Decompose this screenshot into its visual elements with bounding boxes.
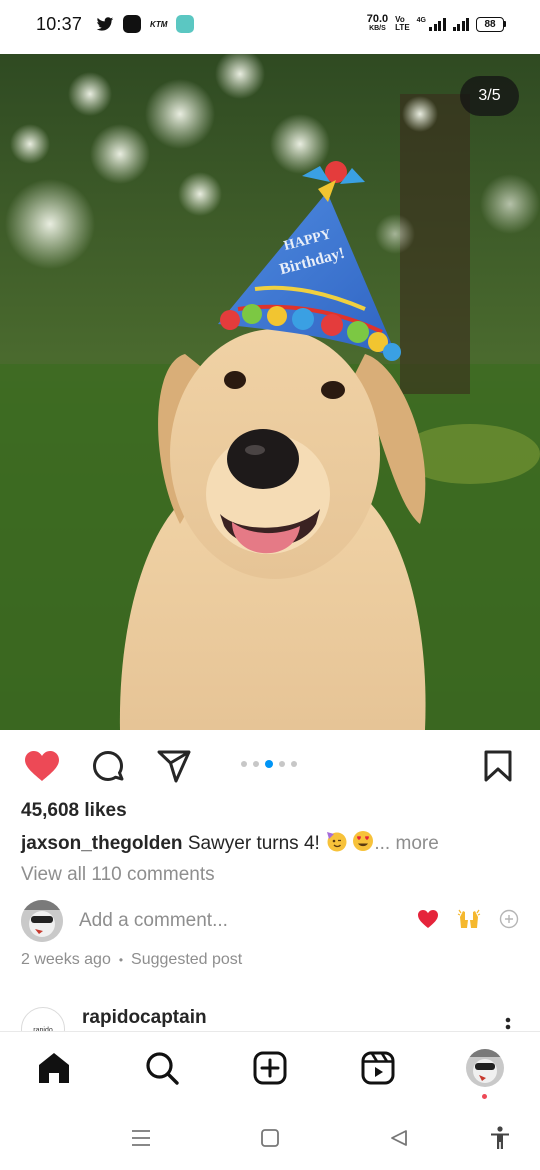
accessibility-icon	[491, 1126, 509, 1149]
bottom-nav	[0, 1031, 540, 1105]
app-icon	[123, 15, 142, 33]
search-icon	[146, 1052, 179, 1085]
network-speed-unit: KB/S	[369, 25, 386, 32]
share-button[interactable]	[154, 746, 194, 786]
network-speed-value: 70.0	[366, 13, 389, 25]
add-comment-row: Add a comment...	[21, 899, 519, 943]
notification-dot	[482, 1094, 487, 1099]
comment-icon	[93, 751, 124, 781]
more-options-icon[interactable]	[505, 1017, 511, 1031]
caption-username[interactable]: jaxson_thegolden	[21, 833, 183, 854]
carousel-dot	[279, 761, 285, 767]
signal-icon	[429, 17, 446, 31]
send-icon	[157, 750, 191, 783]
system-status: 70.0 KB/S Vo LTE 4G 88	[366, 13, 506, 33]
nav-home-button[interactable]	[34, 1048, 74, 1088]
notification-icons: KTM	[96, 15, 195, 33]
home-icon	[39, 1053, 69, 1083]
twitter-icon	[96, 16, 114, 31]
quick-reactions	[417, 908, 519, 935]
network-speed: 70.0 KB/S	[366, 13, 389, 33]
comment-button[interactable]	[88, 746, 128, 786]
carousel-dot	[291, 761, 297, 767]
heart-filled-icon	[25, 751, 59, 781]
add-emoji-button[interactable]	[499, 909, 519, 934]
post-image[interactable]: HAPPY Birthday! 3/5	[0, 54, 540, 730]
view-all-comments-link[interactable]: View all 110 comments	[21, 864, 215, 886]
create-icon	[253, 1051, 287, 1085]
status-bar: 10:37 KTM 70.0 KB/S Vo LTE 4G 88	[0, 0, 540, 48]
next-post-avatar[interactable]: rapido	[21, 1007, 65, 1031]
heart-eyes-emoji	[352, 830, 374, 858]
caption-more-link[interactable]: ... more	[374, 833, 438, 854]
carousel-dot	[241, 761, 247, 767]
slide-counter: 3/5	[460, 76, 519, 116]
nav-reels-button[interactable]	[358, 1048, 398, 1088]
messenger-icon	[176, 15, 195, 33]
menu-icon	[132, 1130, 150, 1146]
meta-separator: •	[118, 953, 124, 967]
volte-bottom: LTE	[395, 23, 410, 32]
next-post-username[interactable]: rapidocaptain	[82, 1007, 207, 1029]
post-actions	[0, 740, 540, 790]
likes-count[interactable]: 45,608 likes	[21, 800, 127, 822]
system-nav	[0, 1105, 540, 1170]
volte-indicator: Vo LTE	[395, 16, 410, 32]
nav-profile-button[interactable]	[465, 1048, 505, 1088]
reels-icon	[361, 1051, 395, 1085]
back-icon	[391, 1130, 407, 1146]
system-home-button[interactable]	[257, 1125, 283, 1151]
network-type: 4G	[416, 17, 426, 24]
nav-create-button[interactable]	[250, 1048, 290, 1088]
like-button[interactable]	[22, 746, 62, 786]
system-back-button[interactable]	[386, 1125, 412, 1151]
profile-avatar	[466, 1049, 504, 1087]
carousel-indicator	[241, 760, 297, 768]
dog-birthday-photo: HAPPY Birthday!	[0, 54, 540, 730]
current-user-avatar	[21, 900, 63, 942]
post-meta: 2 weeks ago • Suggested post	[21, 951, 242, 969]
add-comment-input[interactable]: Add a comment...	[79, 910, 228, 932]
post-timestamp: 2 weeks ago	[21, 951, 111, 968]
heart-emoji[interactable]	[417, 909, 439, 934]
battery-level: 88	[476, 16, 504, 32]
signal-icon-2	[452, 17, 469, 31]
caption: jaxson_thegolden Sawyer turns 4! ... mor…	[21, 830, 439, 858]
carousel-dot	[253, 761, 259, 767]
carousel-dot-active	[265, 760, 273, 768]
battery-icon: 88	[476, 16, 506, 32]
system-accessibility-button[interactable]	[487, 1125, 513, 1151]
ktm-icon: KTM	[150, 19, 168, 29]
nav-search-button[interactable]	[142, 1048, 182, 1088]
save-button[interactable]	[478, 746, 518, 786]
caption-text: Sawyer turns 4!	[187, 833, 320, 854]
status-time: 10:37	[36, 13, 83, 34]
bookmark-icon	[484, 750, 512, 782]
partying-face-emoji	[325, 830, 347, 858]
home-square-icon	[261, 1129, 279, 1147]
next-post-header: rapido rapidocaptain	[21, 1005, 519, 1031]
system-menu-button[interactable]	[128, 1125, 154, 1151]
raised-hands-emoji[interactable]	[457, 908, 481, 935]
suggested-post-label: Suggested post	[131, 951, 243, 968]
